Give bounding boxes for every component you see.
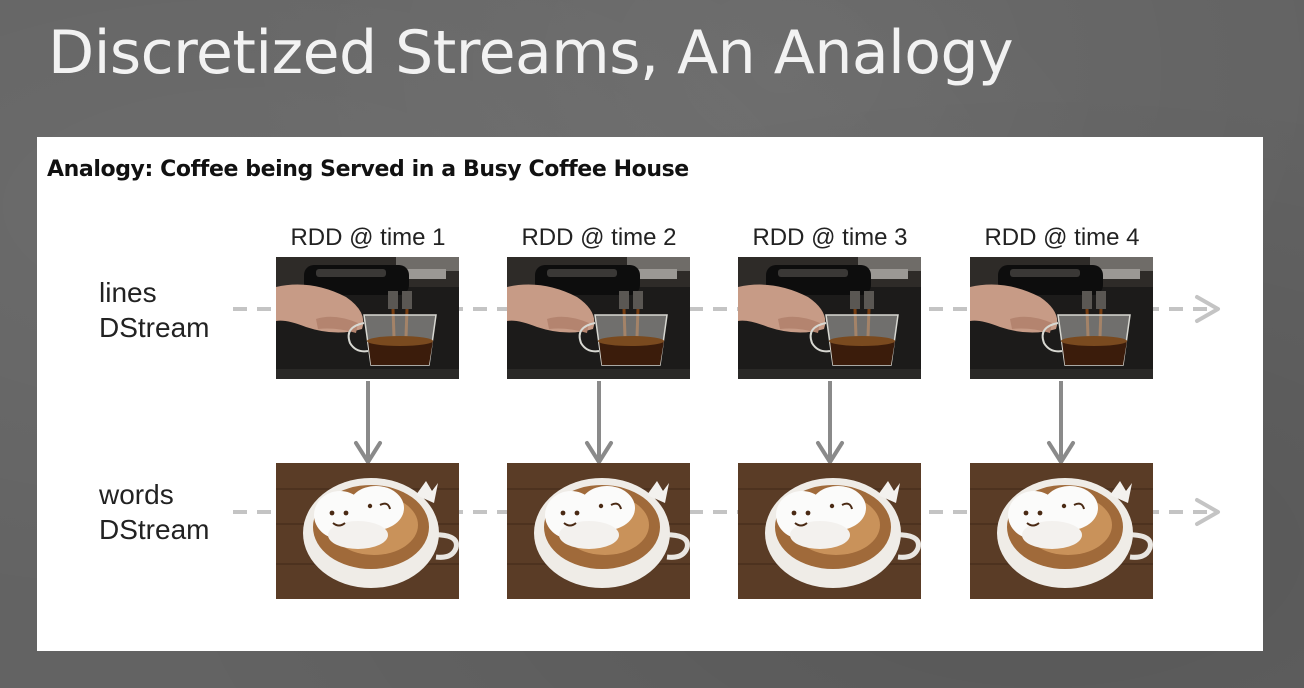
latte-photo-3 <box>738 463 921 599</box>
espresso-photo-4 <box>968 255 1155 381</box>
espresso-photo-3 <box>736 255 923 381</box>
latte-photo-1 <box>276 463 459 599</box>
espresso-photo-1 <box>274 255 461 381</box>
latte-photo-4 <box>970 463 1153 599</box>
slide-title: Discretized Streams, An Analogy <box>48 18 1014 88</box>
diagram-panel: Analogy: Coffee being Served in a Busy C… <box>37 137 1263 651</box>
dstream-diagram <box>233 255 1220 651</box>
espresso-photo-2 <box>505 255 692 381</box>
latte-photo-2 <box>507 463 690 599</box>
